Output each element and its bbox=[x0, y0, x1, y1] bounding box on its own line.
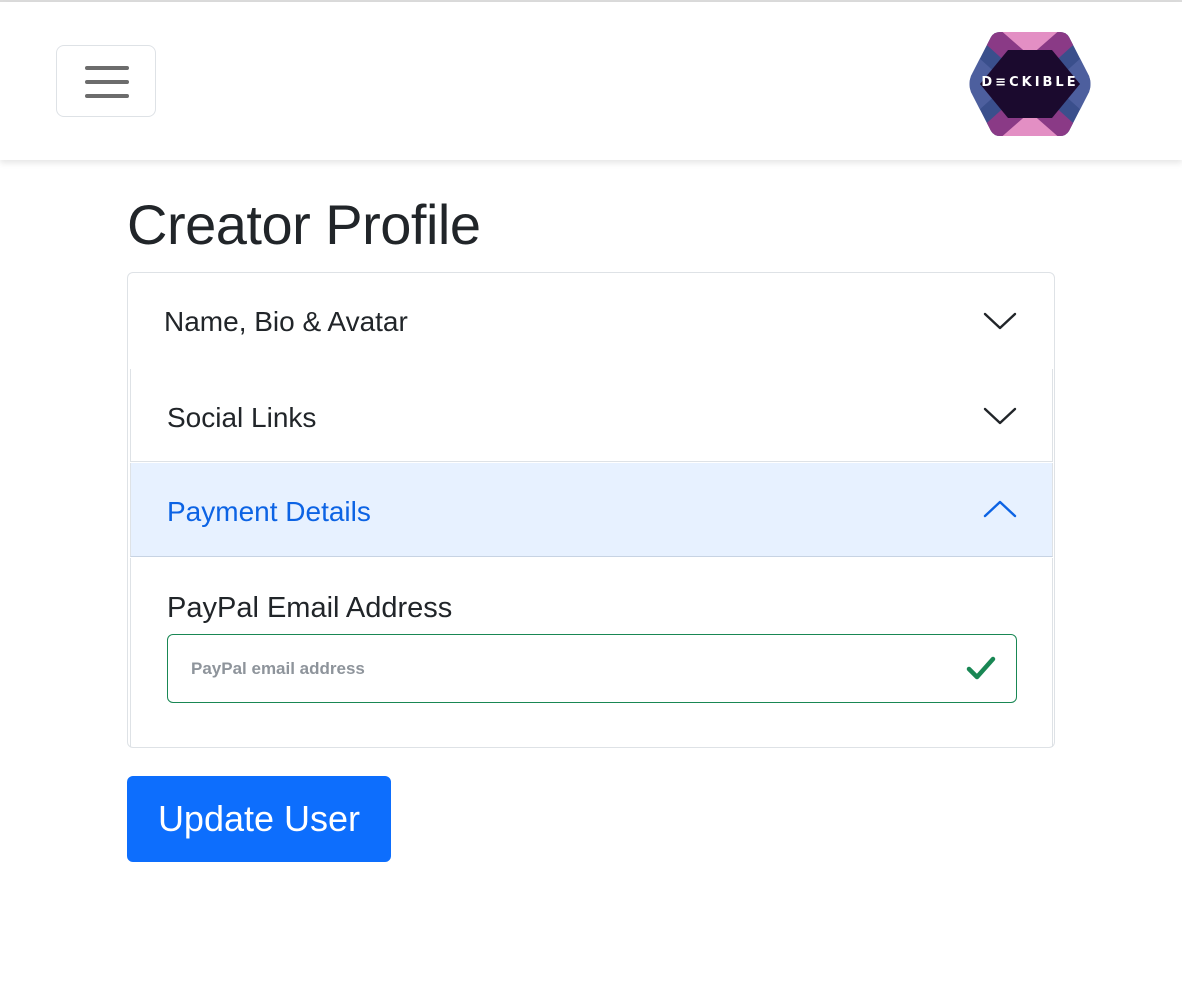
profile-accordion: Name, Bio & Avatar Social Links Payment … bbox=[127, 272, 1055, 748]
payment-details-body: PayPal Email Address bbox=[130, 558, 1053, 747]
accordion-label: Social Links bbox=[167, 402, 317, 433]
page-title: Creator Profile bbox=[127, 193, 481, 256]
accordion-label: Name, Bio & Avatar bbox=[164, 306, 408, 337]
paypal-email-label: PayPal Email Address bbox=[167, 592, 453, 624]
menu-toggle-button[interactable] bbox=[56, 45, 156, 117]
deckible-logo[interactable]: D≡CKIBLE bbox=[968, 28, 1092, 140]
checkmark-icon bbox=[966, 656, 996, 680]
hamburger-icon-bar bbox=[85, 94, 129, 98]
accordion-header-payment-details[interactable]: Payment Details bbox=[130, 463, 1053, 557]
paypal-email-field-wrapper bbox=[167, 634, 1017, 703]
accordion-header-name-bio-avatar[interactable]: Name, Bio & Avatar bbox=[128, 273, 1054, 367]
accordion-header-social-links[interactable]: Social Links bbox=[130, 369, 1053, 462]
hamburger-icon bbox=[85, 66, 129, 70]
chevron-up-icon bbox=[983, 500, 1017, 518]
chevron-down-icon bbox=[983, 407, 1017, 425]
hamburger-icon-bar bbox=[85, 80, 129, 84]
chevron-down-icon bbox=[983, 312, 1017, 330]
logo-text: D≡CKIBLE bbox=[981, 75, 1079, 90]
navbar: D≡CKIBLE bbox=[0, 2, 1182, 160]
update-user-button[interactable]: Update User bbox=[127, 776, 391, 862]
paypal-email-input[interactable] bbox=[168, 635, 948, 702]
accordion-label: Payment Details bbox=[167, 496, 371, 527]
